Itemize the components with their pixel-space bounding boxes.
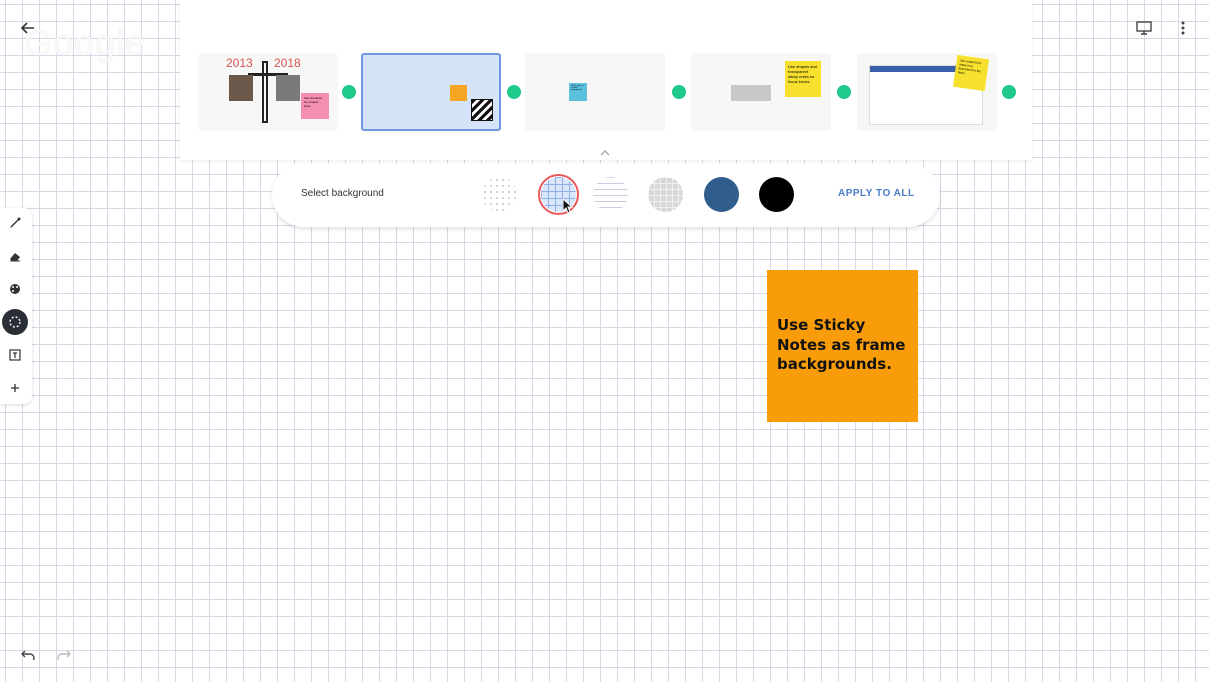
- frame-thumbnail-1[interactable]: 2013 2018 Use timelines for product line…: [198, 53, 338, 131]
- frame-thumbnail-5[interactable]: Use content-rich notes on a document for…: [857, 53, 997, 131]
- select-icon: [9, 316, 21, 328]
- sticky-note-thumb: Use shapes and transparent sticky notes …: [785, 61, 821, 97]
- sticky-note-line: backgrounds.: [777, 355, 892, 373]
- background-option-dots[interactable]: [482, 177, 517, 212]
- pen-tool[interactable]: [2, 210, 28, 236]
- frame-connector: [1002, 85, 1016, 99]
- eraser-icon: [10, 253, 20, 262]
- sticky-note-thumb: [450, 85, 467, 101]
- frame-thumbnail-2[interactable]: [361, 53, 501, 131]
- frame-connector: [672, 85, 686, 99]
- palette-icon: [10, 284, 20, 294]
- select-tool[interactable]: [2, 309, 28, 335]
- frame-thumbnail-3[interactable]: Sticky note as a frame background.: [525, 53, 665, 131]
- apply-to-all-button[interactable]: APPLY TO ALL: [830, 186, 923, 201]
- frame-connector: [837, 85, 851, 99]
- background-option-black[interactable]: [759, 177, 794, 212]
- frame-connector: [507, 85, 521, 99]
- add-icon: [11, 384, 19, 392]
- collapse-frames-button[interactable]: [598, 145, 612, 156]
- present-button[interactable]: [1133, 17, 1155, 39]
- pen-icon: [10, 217, 21, 228]
- tool-palette: [0, 208, 32, 404]
- select-background-label: Select background: [301, 188, 384, 199]
- timeline-post: [262, 61, 268, 123]
- portrait-image: [229, 75, 253, 101]
- background-option-blue[interactable]: [704, 177, 739, 212]
- background-option-dark-grid[interactable]: [648, 177, 683, 212]
- more-vert-icon: [1181, 21, 1185, 35]
- palette-tool[interactable]: [2, 276, 28, 302]
- sticky-note[interactable]: Use Sticky Notes as frame backgrounds.: [767, 270, 918, 422]
- google-logo-watermark: Google: [24, 22, 147, 63]
- shape-thumb: [731, 85, 771, 101]
- portrait-image: [276, 75, 300, 101]
- background-option-lines[interactable]: [593, 177, 628, 212]
- sticky-note-line: Use Sticky: [777, 316, 866, 334]
- present-icon: [1136, 21, 1152, 35]
- undo-icon: [21, 650, 35, 660]
- year-label: 2013: [226, 56, 253, 70]
- year-label: 2018: [274, 56, 301, 70]
- frame-thumbnail-4[interactable]: Use shapes and transparent sticky notes …: [691, 53, 831, 131]
- add-tool[interactable]: [2, 375, 28, 401]
- eraser-tool[interactable]: [2, 243, 28, 269]
- redo-button[interactable]: [54, 645, 74, 665]
- text-box-tool[interactable]: [2, 342, 28, 368]
- redo-icon: [57, 650, 71, 660]
- frame-connector: [342, 85, 356, 99]
- text-box-icon: [9, 349, 21, 361]
- sticky-note-line: Notes as frame: [777, 335, 906, 354]
- chevron-up-icon: [600, 150, 610, 156]
- undo-button[interactable]: [18, 645, 38, 665]
- mouse-pointer-icon: [562, 198, 574, 214]
- striped-shape: [471, 99, 493, 121]
- sticky-note-thumb: Use content-rich notes on a document for…: [952, 54, 990, 92]
- sticky-note-thumb: Use timelines for product lines.: [301, 93, 329, 119]
- frames-panel: 2013 2018 Use timelines for product line…: [180, 0, 1032, 160]
- more-options-button[interactable]: [1172, 17, 1194, 39]
- sticky-note-thumb: Sticky note as a frame background.: [569, 83, 587, 101]
